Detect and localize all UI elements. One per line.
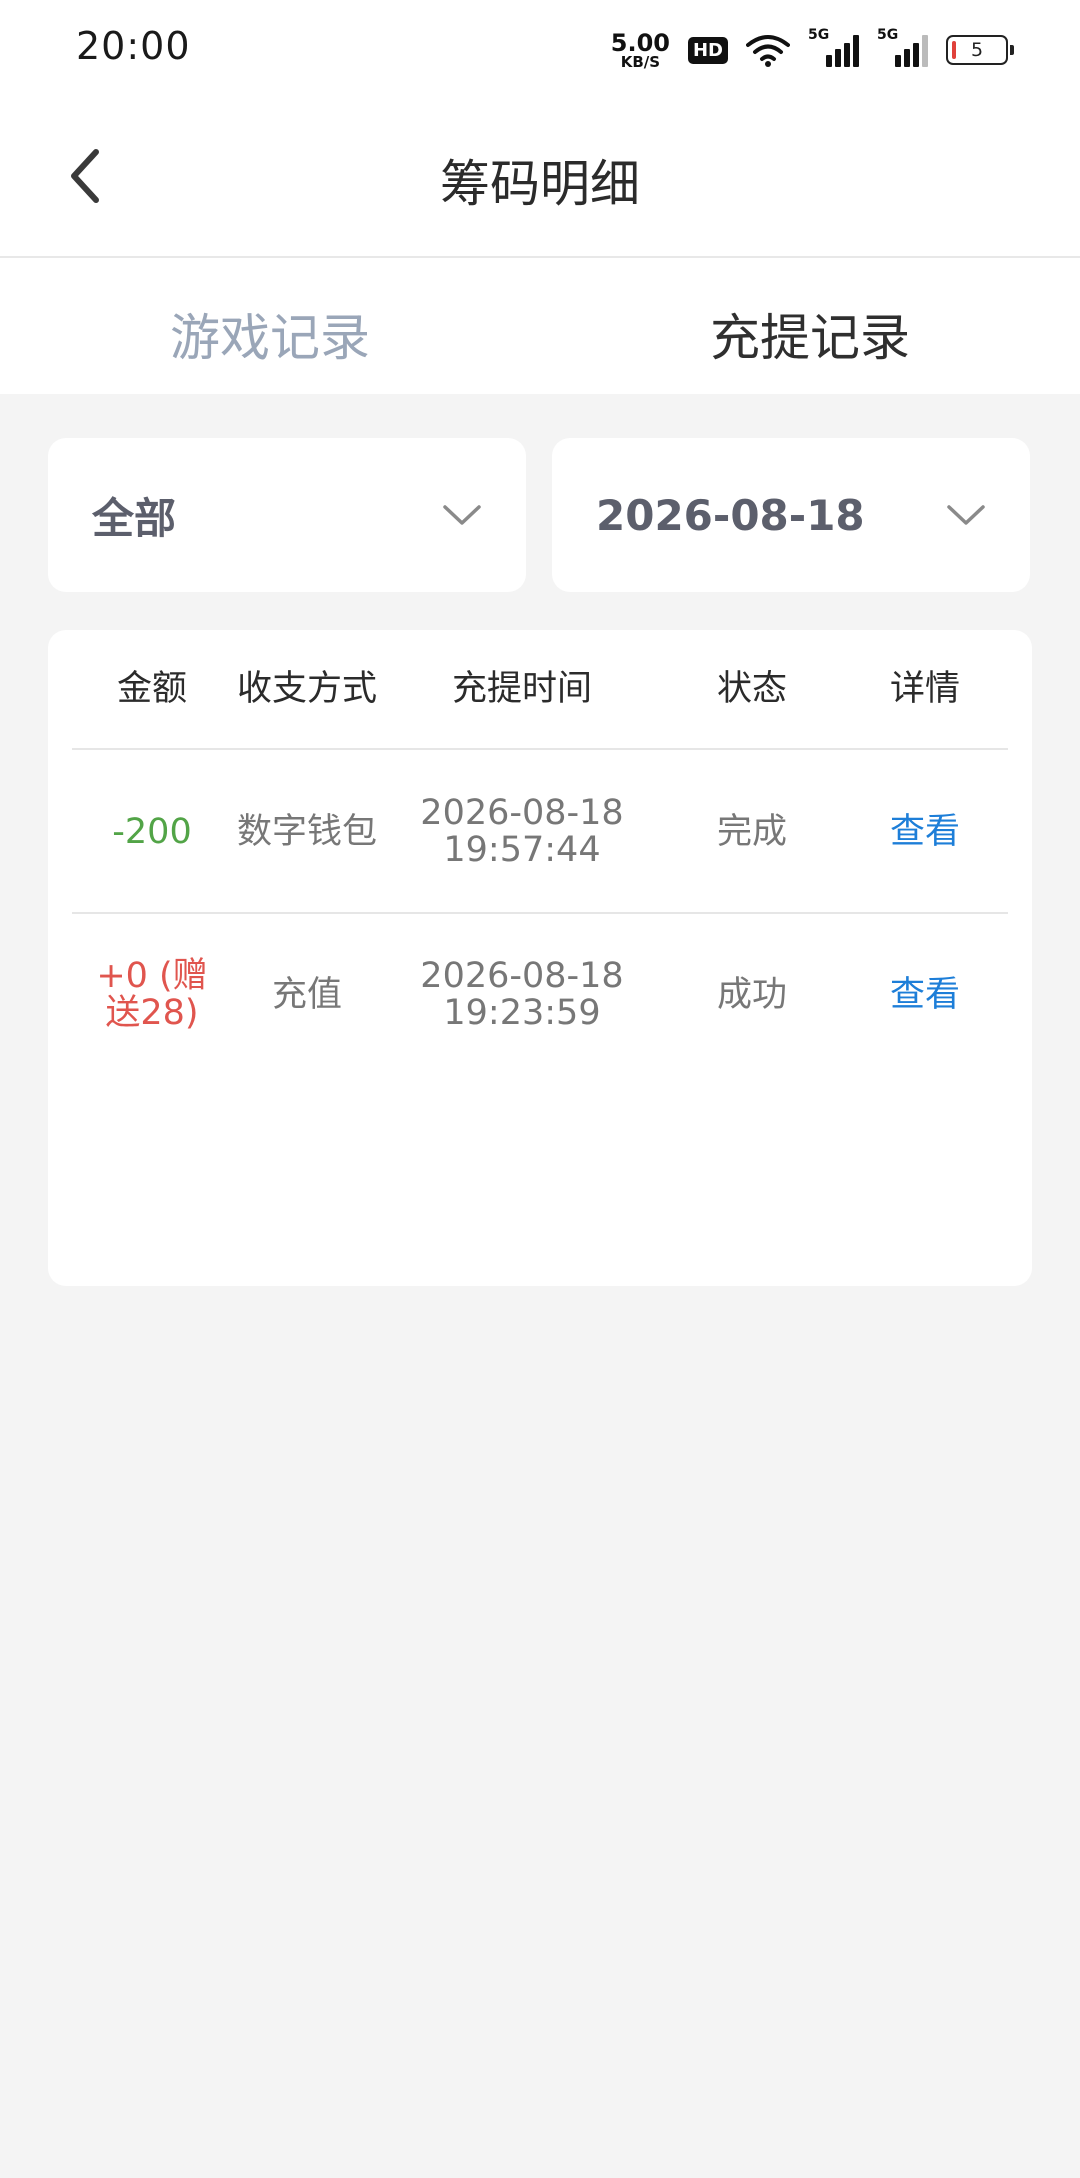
row-amount-line1: +0 (赠 (96, 956, 208, 997)
row-amount: +0 (赠 送28) (72, 958, 232, 1032)
row-status: 完成 (716, 811, 787, 852)
records-table: 金额 收支方式 充提时间 状态 详情 -200 数字钱包 2026-08-18 … (48, 630, 1032, 1286)
type-filter-value: 全部 (92, 493, 177, 543)
type-filter-dropdown[interactable]: 全部 (48, 438, 526, 592)
row-date: 2026-08-18 (420, 793, 624, 834)
cellular-signal-1-icon: 5G (808, 27, 859, 67)
row-clock: 19:23:59 (443, 993, 601, 1033)
cellular-signal-2-icon: 5G (877, 27, 928, 67)
row-status: 成功 (716, 974, 787, 1015)
row-amount-line1: -200 (112, 811, 192, 852)
status-bar: 20:00 5.00 KB/S HD 5G 5G 5 (0, 0, 1080, 100)
row-amount-line2: 送28) (105, 993, 199, 1033)
row-time: 2026-08-18 19:57:44 (382, 795, 662, 869)
header-status: 状态 (716, 668, 787, 709)
signal-2-label: 5G (877, 27, 899, 43)
view-detail-link[interactable]: 查看 (842, 813, 1008, 851)
network-speed-value: 5.00 (610, 28, 670, 57)
tab-deposit-withdraw-records[interactable]: 充提记录 (540, 258, 1080, 394)
header-detail: 详情 (889, 668, 960, 709)
chevron-down-icon (947, 505, 985, 525)
hd-voice-icon: HD (687, 36, 728, 64)
header-method: 收支方式 (236, 668, 377, 709)
row-date: 2026-08-18 (420, 956, 624, 997)
row-method: 充值 (271, 974, 342, 1015)
status-icons: 5.00 KB/S HD 5G 5G 5 (611, 26, 1014, 74)
row-clock: 19:57:44 (443, 830, 601, 870)
nav-bar: 筹码明细 (0, 100, 1080, 258)
page-title: 筹码明细 (440, 155, 640, 213)
header-amount: 金额 (116, 668, 187, 709)
header-time: 充提时间 (451, 668, 592, 709)
table-row: +0 (赠 送28) 充值 2026-08-18 19:23:59 成功 查看 (72, 914, 1008, 1076)
battery-level: 5 (970, 39, 984, 61)
table-header: 金额 收支方式 充提时间 状态 详情 (72, 630, 1008, 750)
table-row: -200 数字钱包 2026-08-18 19:57:44 完成 查看 (72, 752, 1008, 914)
date-filter-value: 2026-08-18 (596, 490, 865, 540)
view-detail-link[interactable]: 查看 (842, 976, 1008, 1014)
wifi-icon (746, 35, 790, 67)
chevron-down-icon (443, 505, 481, 525)
date-filter-dropdown[interactable]: 2026-08-18 (552, 438, 1030, 592)
signal-1-label: 5G (808, 27, 830, 43)
status-time: 20:00 (76, 24, 191, 68)
battery-icon: 5 (946, 35, 1014, 65)
row-method: 数字钱包 (236, 811, 377, 852)
row-time: 2026-08-18 19:23:59 (382, 958, 662, 1032)
network-speed-unit: KB/S (620, 52, 661, 71)
tab-game-records[interactable]: 游戏记录 (0, 258, 540, 394)
row-amount: -200 (72, 811, 232, 852)
record-tabs: 游戏记录 充提记录 (0, 258, 1080, 394)
network-speed: 5.00 KB/S (611, 31, 670, 70)
